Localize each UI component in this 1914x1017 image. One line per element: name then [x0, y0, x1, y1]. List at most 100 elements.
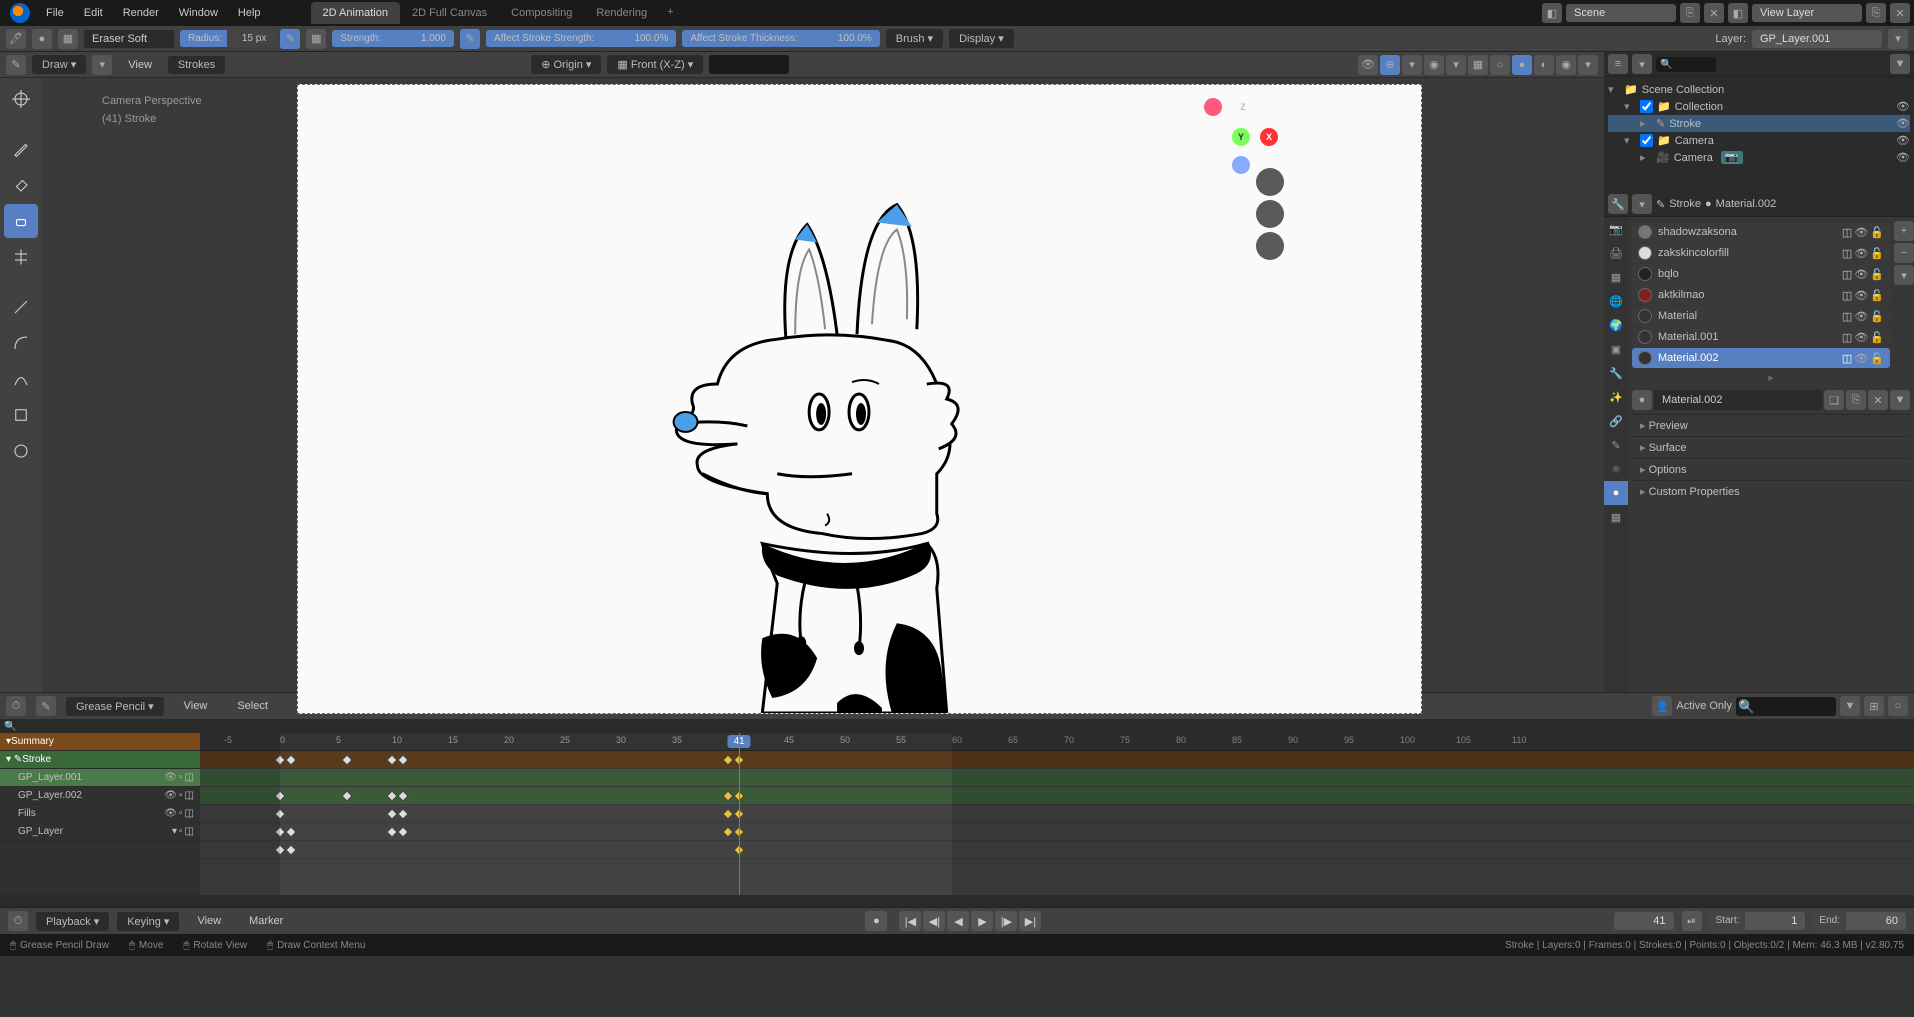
keyframe[interactable] [722, 790, 733, 801]
display-menu-dropdown[interactable]: Display ▾ [949, 29, 1014, 48]
menu-help[interactable]: Help [228, 3, 271, 23]
shading-rendered-icon[interactable]: ◉ [1556, 55, 1576, 75]
camera-icon[interactable] [1256, 232, 1284, 260]
prop-tab-effects[interactable]: ✨ [1604, 385, 1628, 409]
brush-name-input[interactable] [84, 30, 174, 48]
layer-mask-icon[interactable]: ◫ [185, 790, 194, 801]
keying-dropdown[interactable]: Keying ▾ [117, 912, 179, 931]
timeline-editor-icon[interactable]: ⏱ [8, 911, 28, 931]
prop-tab-object[interactable]: ▣ [1604, 337, 1628, 361]
prop-tab-physics[interactable]: ⚛ [1604, 457, 1628, 481]
dope-search-input[interactable] [1736, 697, 1836, 716]
outliner-stroke[interactable]: Stroke [1669, 118, 1701, 130]
mat-onion-icon[interactable]: ◫ [1842, 247, 1852, 260]
jump-next-key-button[interactable]: |▶ [995, 911, 1017, 931]
material-new-icon[interactable]: ⎘ [1846, 390, 1866, 410]
outliner-scene-collection[interactable]: Scene Collection [1642, 84, 1725, 96]
fill-tool[interactable] [4, 168, 38, 202]
mat-vis-icon[interactable]: 👁 [1854, 268, 1868, 281]
mat-lock-icon[interactable]: 🔓 [1870, 226, 1884, 239]
mat-onion-icon[interactable]: ◫ [1842, 268, 1852, 281]
prop-tab-output[interactable]: 🖨 [1604, 241, 1628, 265]
prop-tab-world[interactable]: 🌍 [1604, 313, 1628, 337]
viewlayer-name-input[interactable] [1752, 4, 1862, 22]
collection-checkbox[interactable] [1640, 100, 1653, 113]
keyframe[interactable] [722, 808, 733, 819]
scene-browse-icon[interactable]: ◧ [1542, 3, 1562, 23]
menu-file[interactable]: File [36, 3, 74, 23]
menu-render[interactable]: Render [113, 3, 169, 23]
channel-layer-0[interactable]: GP_Layer.001 [6, 772, 82, 783]
origin-dropdown[interactable]: ⊕ Origin ▾ [531, 55, 601, 74]
layer-lock-icon[interactable]: ▫ [179, 808, 183, 819]
material-nodes-icon[interactable]: ▼ [1890, 390, 1910, 410]
strength-slider[interactable]: Strength: 1.000 [332, 30, 454, 47]
active-only-icon[interactable]: 👤 [1652, 696, 1672, 716]
dopesheet-tracks[interactable]: -505101520253035404550556065707580859095… [200, 733, 1914, 895]
mat-vis-icon[interactable]: 👁 [1854, 226, 1868, 239]
material-slot[interactable]: bqlo◫👁🔓 [1632, 264, 1890, 284]
material-specials-icon[interactable]: ▾ [1894, 265, 1914, 285]
mat-vis-icon[interactable]: 👁 [1854, 352, 1868, 365]
workspace-tab-rendering[interactable]: Rendering [584, 2, 659, 24]
visibility-icon[interactable]: 👁 [1896, 134, 1910, 147]
timeline-marker-menu[interactable]: Marker [239, 911, 293, 931]
channel-summary[interactable]: Summary [11, 736, 54, 747]
xray-icon[interactable]: ▦ [1468, 55, 1488, 75]
channel-stroke[interactable]: Stroke [22, 754, 51, 765]
outliner-display-icon[interactable]: ▾ [1632, 54, 1652, 74]
jump-end-button[interactable]: ▶| [1019, 911, 1041, 931]
jump-prev-key-button[interactable]: ◀| [923, 911, 945, 931]
prop-tab-scene[interactable]: 🌐 [1604, 289, 1628, 313]
workspace-tab-2d-full-canvas[interactable]: 2D Full Canvas [400, 2, 499, 24]
panel-options[interactable]: Options [1632, 458, 1910, 480]
dopesheet-mode-icon[interactable]: ✎ [36, 696, 56, 716]
material-slot[interactable]: shadowzaksona◫👁🔓 [1632, 222, 1890, 242]
end-frame-input[interactable] [1846, 912, 1906, 930]
mat-onion-icon[interactable]: ◫ [1842, 310, 1852, 323]
selectability-icon[interactable]: 👁 [1358, 55, 1378, 75]
curve-tool[interactable] [4, 362, 38, 396]
arc-tool[interactable] [4, 326, 38, 360]
channel-search-input[interactable] [4, 719, 1910, 733]
keyframe[interactable] [342, 790, 353, 801]
layer-vis-icon[interactable]: 👁 [164, 790, 177, 801]
cutter-tool[interactable] [4, 240, 38, 274]
keyframe[interactable] [398, 826, 409, 837]
keyframe[interactable] [398, 808, 409, 819]
mat-lock-icon[interactable]: 🔓 [1870, 310, 1884, 323]
mat-onion-icon[interactable]: ◫ [1842, 289, 1852, 302]
jump-start-button[interactable]: |◀ [899, 911, 921, 931]
keyframe[interactable] [386, 754, 397, 765]
mat-onion-icon[interactable]: ◫ [1842, 226, 1852, 239]
guides-dropdown[interactable] [709, 55, 789, 74]
viewport-3d[interactable]: Camera Perspective (41) Stroke Z Y X [42, 78, 1604, 692]
outliner-collection[interactable]: Collection [1675, 101, 1723, 113]
layer-lock-icon[interactable]: ▫ [179, 772, 183, 783]
overlays-toggle-icon[interactable]: ◉ [1424, 55, 1444, 75]
radius-slider[interactable]: Radius: 15 px [180, 30, 274, 47]
timeline-view-menu[interactable]: View [187, 911, 231, 931]
radius-unit-icon[interactable]: ▦ [306, 29, 326, 49]
material-slot[interactable]: Material.001◫👁🔓 [1632, 327, 1890, 347]
affect-strength-slider[interactable]: Affect Stroke Strength: 100.0% [486, 30, 676, 47]
drawing-plane-dropdown[interactable]: ▦ Front (X-Z) ▾ [607, 55, 703, 74]
keyframe[interactable] [386, 826, 397, 837]
channel-layer-3[interactable]: GP_Layer [6, 826, 63, 837]
prop-tab-constraints[interactable]: 🔗 [1604, 409, 1628, 433]
collection-checkbox[interactable] [1640, 134, 1653, 147]
start-frame-input[interactable] [1745, 912, 1805, 930]
prop-tab-material[interactable]: ● [1604, 481, 1628, 505]
prop-tab-texture[interactable]: ▦ [1604, 505, 1628, 529]
brush-preview-icon[interactable]: ▦ [58, 29, 78, 49]
layer-dropdown-icon[interactable]: ▾ [1888, 29, 1908, 49]
mat-lock-icon[interactable]: 🔓 [1870, 331, 1884, 344]
prop-tab-viewlayer[interactable]: ▦ [1604, 265, 1628, 289]
outliner-search-input[interactable] [1656, 57, 1716, 72]
play-button[interactable]: ▶ [971, 911, 993, 931]
layer-expand-icon[interactable]: ▾ [172, 826, 177, 837]
viewlayer-new-icon[interactable]: ⎘ [1866, 3, 1886, 23]
shading-solid-icon[interactable]: ● [1512, 55, 1532, 75]
brush-dropdown-icon[interactable]: 🖊 [6, 29, 26, 49]
scene-name-input[interactable] [1566, 4, 1676, 22]
